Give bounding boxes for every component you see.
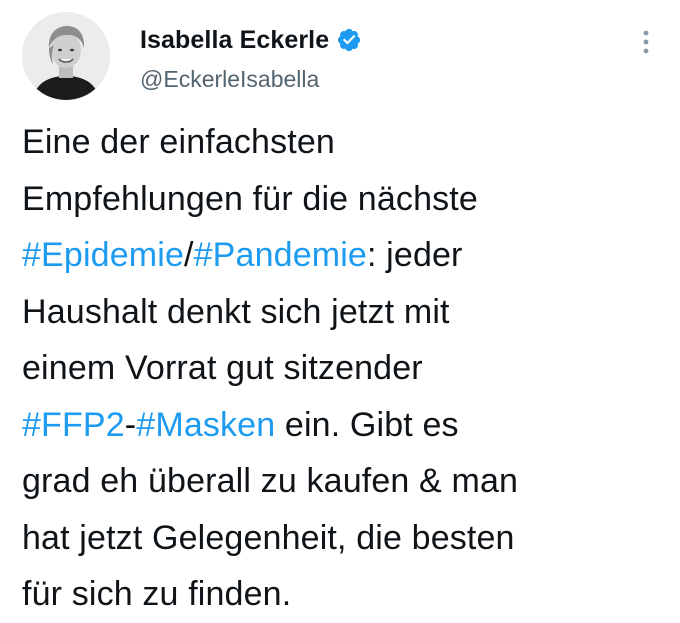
avatar[interactable]	[22, 12, 110, 100]
tweet-text: Eine der einfachsten Empfehlungen für di…	[22, 114, 672, 623]
hashtag-link-ffp2[interactable]: #FFP2	[22, 406, 125, 444]
hashtag-link-pandemie[interactable]: #Pandemie	[194, 236, 367, 274]
author-display-name[interactable]: Isabella Eckerle	[140, 26, 329, 55]
tweet-text-fragment: ein. Gibt es	[275, 405, 459, 444]
tweet-text-line: grad eh überall zu kaufen & man	[22, 462, 519, 500]
hashtag-separator: -	[124, 405, 137, 444]
tweet-text-line: Eine der einfachsten	[22, 123, 335, 161]
tweet-text-line: Empfehlungen für die nächste	[22, 179, 478, 218]
avatar-photo	[22, 12, 110, 100]
more-options-icon[interactable]	[636, 26, 656, 58]
tweet: Isabella Eckerle @EckerleIsabella Eine d…	[0, 0, 680, 613]
hashtag-link-masken[interactable]: #Masken	[136, 406, 275, 444]
author-name-row[interactable]: Isabella Eckerle	[140, 22, 362, 58]
verified-badge-icon	[336, 27, 362, 53]
tweet-text-line: einem Vorrat gut sitzender	[22, 349, 423, 387]
tweet-text-line: hat jetzt Gelegenheit, die besten	[22, 518, 515, 557]
tweet-text-line: #FFP2-#Masken ein. Gibt es	[22, 397, 672, 454]
hashtag-separator: /	[184, 236, 194, 274]
hashtag-link-epidemie[interactable]: #Epidemie	[22, 236, 184, 274]
tweet-text-line: Haushalt denkt sich jetzt mit	[22, 292, 450, 331]
tweet-text-fragment: : jeder	[366, 236, 463, 274]
tweet-text-line: #Epidemie/#Pandemie: jeder	[22, 227, 672, 284]
tweet-text-line: für sich zu finden.	[22, 575, 292, 613]
author-handle[interactable]: @EckerleIsabella	[140, 66, 319, 93]
